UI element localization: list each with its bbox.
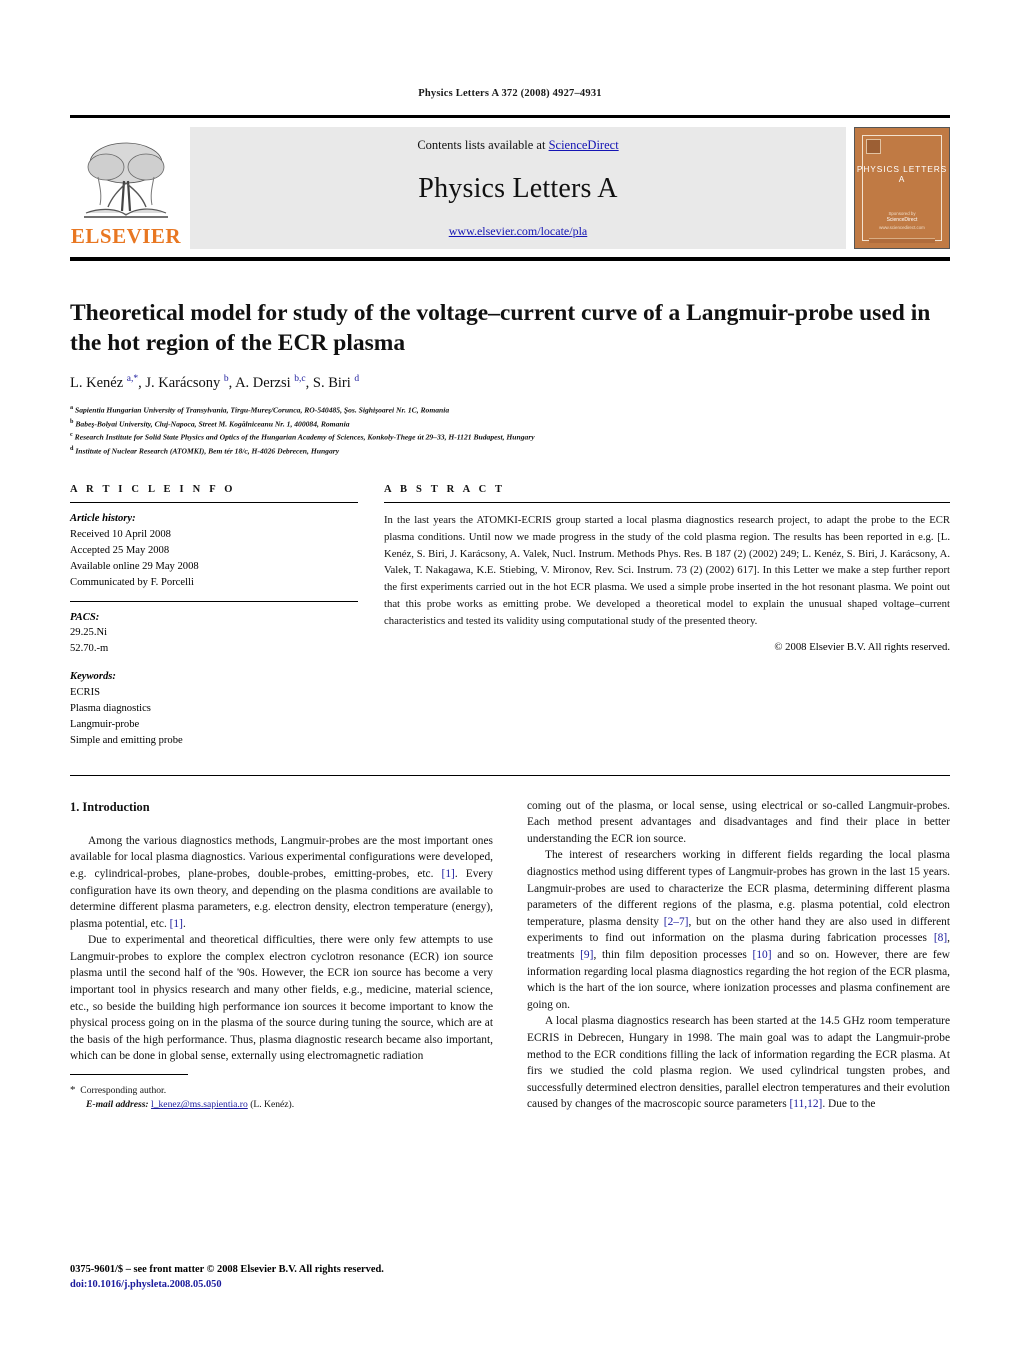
journal-title: Physics Letters A	[418, 172, 618, 204]
abstract-column: A B S T R A C T In the last years the AT…	[384, 484, 950, 749]
pacs-item: 29.25.Ni	[70, 627, 108, 639]
email-line: E-mail address: l_kenez@ms.sapientia.ro …	[70, 1098, 493, 1113]
divider	[70, 600, 358, 602]
keyword-item: ECRIS	[70, 687, 101, 699]
email-owner: (L. Kenéz).	[250, 1099, 295, 1111]
journal-cover-thumbnail: PHYSICS LETTERS A Sponsored by ScienceDi…	[854, 127, 950, 249]
footnote-line: * Corresponding author.	[70, 1082, 493, 1099]
elsevier-wordmark: ELSEVIER	[70, 224, 182, 248]
contents-line: Contents lists available at ScienceDirec…	[417, 138, 618, 153]
elsevier-logo: ELSEVIER	[70, 127, 182, 249]
abstract-heading: A B S T R A C T	[384, 484, 506, 496]
journal-homepage-link[interactable]: www.elsevier.com/locate/pla	[449, 224, 588, 239]
pacs-label: PACS:	[70, 611, 100, 623]
front-matter-line: 0375-9601/$ – see front matter © 2008 El…	[70, 1263, 384, 1275]
pacs-block: PACS: 29.25.Ni 52.70.-m	[70, 610, 358, 658]
cover-bottom-bar	[869, 238, 935, 243]
corresponding-author-note: * Corresponding author. E-mail address: …	[70, 1082, 493, 1113]
elsevier-tree-icon	[84, 142, 168, 218]
page-title: Theoretical model for study of the volta…	[70, 300, 931, 356]
abstract-copyright: © 2008 Elsevier B.V. All rights reserved…	[774, 640, 950, 653]
article-page: Physics Letters A 372 (2008) 4927–4931 E…	[0, 0, 1020, 1351]
info-abstract-row: A R T I C L E I N F O Article history: R…	[70, 484, 950, 749]
article-history-block: Article history: Received 10 April 2008 …	[70, 511, 358, 590]
cover-foot-line2: ScienceDirect	[886, 217, 918, 224]
cover-footer: Sponsored by ScienceDirect www.sciencedi…	[855, 211, 949, 232]
affiliation-item: d Institute of Nuclear Research (ATOMKI)…	[70, 445, 340, 456]
front-matter-footer: 0375-9601/$ – see front matter © 2008 El…	[70, 1262, 384, 1293]
affiliation-item: b Babeş-Bolyai University, Cluj-Napoca, …	[70, 417, 350, 429]
article-history-label: Article history:	[70, 513, 136, 525]
history-item: Communicated by F. Porcelli	[70, 576, 194, 588]
paragraph: Among the various diagnostics methods, L…	[70, 834, 493, 930]
history-item: Available online 29 May 2008	[70, 560, 199, 572]
divider	[384, 502, 950, 504]
paragraph: coming out of the plasma, or local sense…	[527, 799, 950, 845]
cover-logo-square	[866, 139, 881, 154]
affiliation-list: a Sapientia Hungarian University of Tran…	[70, 403, 950, 458]
contents-prefix: Contents lists available at	[417, 138, 546, 152]
paragraph: The interest of researchers working in d…	[527, 849, 951, 1011]
article-info-column: A R T I C L E I N F O Article history: R…	[70, 484, 358, 749]
body-column-right: coming out of the plasma, or local sense…	[527, 798, 950, 1113]
section-heading: 1. Introduction	[70, 799, 150, 814]
divider	[70, 774, 950, 776]
email-label: E-mail address:	[86, 1099, 149, 1111]
article-info-heading: A R T I C L E I N F O	[70, 484, 236, 496]
abstract-text: In the last years the ATOMKI-ECRIS group…	[384, 514, 950, 627]
email-link[interactable]: l_kenez@ms.sapientia.ro	[151, 1099, 248, 1110]
keyword-item: Plasma diagnostics	[70, 703, 151, 714]
keywords-block: Keywords: ECRIS Plasma diagnostics Langm…	[70, 669, 358, 748]
footnote-rule	[70, 1073, 188, 1075]
sciencedirect-band: Contents lists available at ScienceDirec…	[190, 127, 846, 249]
history-item: Received 10 April 2008	[70, 528, 171, 540]
paragraph: Due to experimental and theoretical diff…	[70, 934, 493, 1063]
keywords-label: Keywords:	[70, 671, 116, 683]
body-column-left: 1. Introduction Among the various diagno…	[70, 798, 493, 1113]
history-item: Accepted 25 May 2008	[70, 544, 170, 556]
body-columns: 1. Introduction Among the various diagno…	[70, 798, 950, 1113]
corresponding-author-text: Corresponding author.	[80, 1084, 167, 1096]
keyword-item: Simple and emitting probe	[70, 734, 183, 746]
divider	[70, 502, 358, 504]
cover-foot-line1: Sponsored by	[888, 210, 916, 216]
affiliation-item: a Sapientia Hungarian University of Tran…	[70, 403, 450, 415]
keyword-item: Langmuir-probe	[70, 718, 140, 730]
sciencedirect-link[interactable]: ScienceDirect	[549, 138, 619, 152]
author-list: L. Kenéz a,*, J. Karácsony b, A. Derzsi …	[70, 373, 360, 391]
footnote-area: * Corresponding author. E-mail address: …	[70, 1073, 493, 1113]
doi-text: doi:10.1016/j.physleta.2008.05.050	[70, 1279, 222, 1291]
paragraph: A local plasma diagnostics research has …	[527, 1015, 950, 1111]
cover-title: PHYSICS LETTERS A	[856, 164, 948, 184]
cover-foot-line3: www.sciencedirect.com	[879, 225, 925, 231]
affiliation-item: c Research Institute for Solid State Phy…	[70, 431, 535, 442]
footnote-star-marker: *	[70, 1083, 76, 1096]
running-head: Physics Letters A 372 (2008) 4927–4931	[418, 88, 602, 99]
journal-masthead: ELSEVIER Contents lists available at Sci…	[70, 115, 950, 261]
pacs-item: 52.70.-m	[70, 643, 109, 655]
